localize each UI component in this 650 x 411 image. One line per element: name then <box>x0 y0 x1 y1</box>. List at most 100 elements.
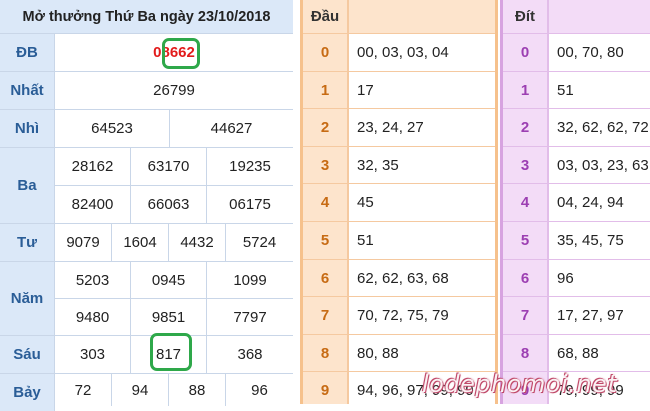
dit-row-key: 0 <box>503 34 547 71</box>
prize-number: 19235 <box>229 158 271 175</box>
dau-table: Đầu 0 00, 03, 03, 04 1 17 2 23, 24, 27 3 32, 35… <box>300 0 498 404</box>
dit-row-values: 03, 03, 23, 63 <box>557 156 649 174</box>
dit-row: 3 03, 03, 23, 63 <box>503 145 650 184</box>
dau-row-key: 3 <box>303 146 347 184</box>
dau-row-values: 51 <box>357 232 374 249</box>
dau-row-key: 0 <box>303 34 347 71</box>
prize-row-sau: Sáu 303 817 368 <box>0 336 293 374</box>
prize-number: 96 <box>251 381 268 399</box>
prize-label-sau: Sáu <box>0 336 55 373</box>
dau-row-values: 17 <box>357 81 374 99</box>
dit-row-key: 7 <box>503 297 547 335</box>
dau-row-values: 62, 62, 63, 68 <box>357 269 449 287</box>
prize-number: 9079 <box>55 224 112 261</box>
dau-row-values: 70, 72, 75, 79 <box>357 307 449 325</box>
dau-row-key: 4 <box>303 184 347 222</box>
dit-row-key: 6 <box>503 259 547 297</box>
dau-row-key: 7 <box>303 297 347 335</box>
dit-row-values: 68, 88 <box>557 344 599 362</box>
dau-row: 7 70, 72, 75, 79 <box>303 296 495 335</box>
prize-label-nhat: Nhất <box>0 72 55 109</box>
dau-row: 2 23, 24, 27 <box>303 108 495 147</box>
prize-row-nhat: Nhất 26799 <box>0 72 293 110</box>
dau-row-key: 6 <box>303 259 347 297</box>
dit-row-values: 32, 62, 62, 72 <box>557 119 649 137</box>
prize-number: 1099 <box>233 271 267 289</box>
prize-number: 0945 <box>131 262 207 298</box>
prize-row-db: ĐB 08 662 <box>0 34 293 72</box>
prize-number: 7797 <box>233 308 267 326</box>
prize-number: 66063 <box>131 186 207 223</box>
dit-row: 7 17, 27, 97 <box>503 296 650 335</box>
dau-row: 3 32, 35 <box>303 145 495 184</box>
prize-label-tu: Tư <box>0 224 55 261</box>
dau-row-key: 1 <box>303 71 347 109</box>
dit-row-key: 8 <box>503 334 547 372</box>
prize-number: 5724 <box>242 234 277 251</box>
dit-table: Đít 0 00, 70, 80 1 51 2 32, 62, 62, 72 3 03, 03… <box>500 0 650 404</box>
dau-row: 1 17 <box>303 70 495 109</box>
dit-row-values: 35, 45, 75 <box>557 232 624 249</box>
dit-row: 4 04, 24, 94 <box>503 183 650 222</box>
dit-row-key: 3 <box>503 146 547 184</box>
dau-row: 6 62, 62, 63, 68 <box>303 258 495 297</box>
dau-row-key: 5 <box>303 222 347 259</box>
prize-label-ba: Ba <box>0 148 55 223</box>
dau-row: 0 00, 03, 03, 04 <box>303 33 495 71</box>
dau-row: 4 45 <box>303 183 495 222</box>
prize-row-nhi: Nhì 64523 44627 <box>0 110 293 148</box>
highlight-circle-sau <box>150 333 192 371</box>
prize-label-bay: Bảy <box>0 374 55 411</box>
prize-label-nam: Năm <box>0 262 55 335</box>
prize-number: 44627 <box>210 120 253 137</box>
dau-row-values: 45 <box>357 194 374 212</box>
dit-row: 6 96 <box>503 258 650 297</box>
prize-number: 72 <box>55 374 112 406</box>
prize-row-ba: Ba 28162 63170 19235 82400 66063 06175 <box>0 148 293 224</box>
results-table: Mở thưởng Thứ Ba ngày 23/10/2018 ĐB 08 66… <box>0 0 293 411</box>
dau-row-values: 23, 24, 27 <box>357 119 424 137</box>
prize-number: 303 <box>55 336 131 373</box>
dit-row: 5 35, 45, 75 <box>503 221 650 259</box>
prize-number: 28162 <box>55 148 131 185</box>
prize-row-nam: Năm 5203 0945 1099 9480 9851 7797 <box>0 262 293 336</box>
prize-row-bay: Bảy 72 94 88 96 <box>0 374 293 411</box>
prize-number: 9851 <box>131 299 207 335</box>
prize-label-nhi: Nhì <box>0 110 55 147</box>
prize-number: 368 <box>237 346 263 363</box>
dau-header: Đầu <box>303 0 347 33</box>
dit-row-values: 51 <box>557 81 574 99</box>
dau-row-key: 2 <box>303 109 347 147</box>
dit-row-key: 4 <box>503 184 547 222</box>
dit-row: 1 51 <box>503 70 650 109</box>
prize-number: 94 <box>112 374 169 406</box>
dau-row-values: 00, 03, 03, 04 <box>357 44 449 61</box>
prize-label-db: ĐB <box>0 34 55 71</box>
dit-row-key: 1 <box>503 71 547 109</box>
highlight-circle-db <box>162 38 200 69</box>
site-watermark: lodephomoi.net <box>422 370 618 398</box>
dit-row-values: 17, 27, 97 <box>557 307 624 325</box>
dit-row-key: 2 <box>503 109 547 147</box>
dau-row-values: 80, 88 <box>357 344 399 362</box>
prize-number: 88 <box>169 374 226 406</box>
dit-row-values: 00, 70, 80 <box>557 44 624 61</box>
dit-row: 2 32, 62, 62, 72 <box>503 108 650 147</box>
dau-row: 5 51 <box>303 221 495 259</box>
prize-number: 06175 <box>229 196 271 213</box>
dit-row-values: 04, 24, 94 <box>557 194 624 212</box>
dau-row-values: 32, 35 <box>357 156 399 174</box>
dit-row: 8 68, 88 <box>503 333 650 372</box>
prize-number: 64523 <box>55 110 170 147</box>
dau-row-key: 9 <box>303 372 347 404</box>
dit-row: 0 00, 70, 80 <box>503 33 650 71</box>
dit-row-values: 96 <box>557 269 574 287</box>
prize-number: 1604 <box>112 224 169 261</box>
dau-row-key: 8 <box>303 334 347 372</box>
prize-number: 82400 <box>55 186 131 223</box>
results-title: Mở thưởng Thứ Ba ngày 23/10/2018 <box>0 0 293 34</box>
dit-row-key: 5 <box>503 222 547 259</box>
prize-number: 5203 <box>55 262 131 298</box>
prize-number: 9480 <box>55 299 131 335</box>
prize-number: 63170 <box>131 148 207 185</box>
